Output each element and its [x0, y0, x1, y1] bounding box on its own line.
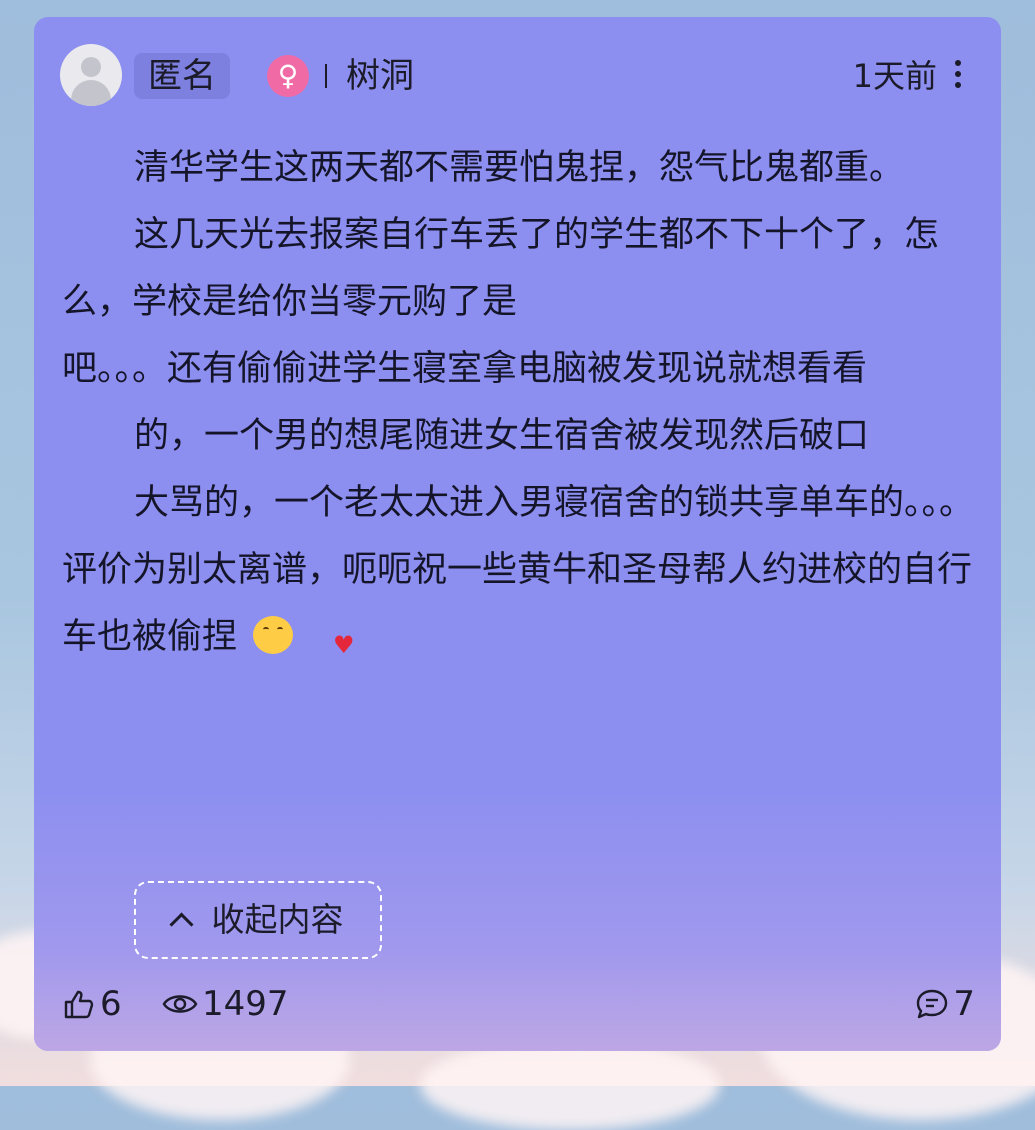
post-header: 匿名 ♀ 树洞 1天前 — [60, 44, 975, 106]
like-button[interactable]: 6 — [62, 979, 122, 1029]
post-content: 清华学生这两天都不需要怕鬼捏，怨气比鬼都重。 这几天光去报案自行车丢了的学生都不… — [62, 135, 974, 671]
view-count: 1497 — [202, 984, 289, 1024]
avatar-shoulders-shape — [71, 80, 111, 106]
collapse-content-button[interactable]: 收起内容 — [134, 881, 382, 959]
content-paragraph: 这几天光去报案自行车丢了的学生都不下十个了，怎么，学校是给你当零元购了是 吧。。… — [62, 215, 940, 389]
background-cloud — [420, 1040, 720, 1130]
avatar[interactable] — [60, 44, 122, 106]
comment-count: 7 — [953, 984, 975, 1024]
thumbs-up-icon — [64, 990, 94, 1019]
comment-icon — [917, 989, 948, 1019]
header-separator — [325, 64, 327, 88]
author-name-badge[interactable]: 匿名 — [134, 53, 230, 99]
eye-icon — [162, 995, 198, 1013]
collapse-label: 收起内容 — [211, 900, 344, 939]
post-footer: 6 1497 7 — [62, 979, 975, 1029]
content-paragraph-text: 大骂的，一个老太太进入男寝宿舍的锁共享单车的。。。评价为别太离谱，呃呃祝一些黄牛… — [62, 483, 975, 657]
comment-button[interactable]: 7 — [915, 979, 975, 1029]
post-time: 1天前 — [852, 57, 937, 95]
content-paragraph: 大骂的，一个老太太进入男寝宿舍的锁共享单车的。。。评价为别太离谱，呃呃祝一些黄牛… — [62, 470, 974, 671]
view-stat: 1497 — [162, 979, 289, 1029]
content-paragraph: 的，一个男的想尾随进女生宿舍被发现然后破口 — [134, 416, 870, 456]
female-gender-icon: ♀ — [267, 55, 309, 97]
more-options-icon[interactable] — [951, 60, 965, 94]
content-paragraph: 清华学生这两天都不需要怕鬼捏，怨气比鬼都重。 — [134, 148, 905, 188]
post-card: 匿名 ♀ 树洞 1天前 清华学生这两天都不需要怕鬼捏，怨气比鬼都重。 这几天光去… — [34, 17, 1001, 1051]
like-count: 6 — [100, 984, 122, 1024]
chevron-up-icon — [168, 912, 194, 937]
channel-label[interactable]: 树洞 — [346, 53, 414, 99]
hugging-face-heart-icon: ♥ — [249, 616, 355, 657]
avatar-head-shape — [81, 57, 101, 77]
